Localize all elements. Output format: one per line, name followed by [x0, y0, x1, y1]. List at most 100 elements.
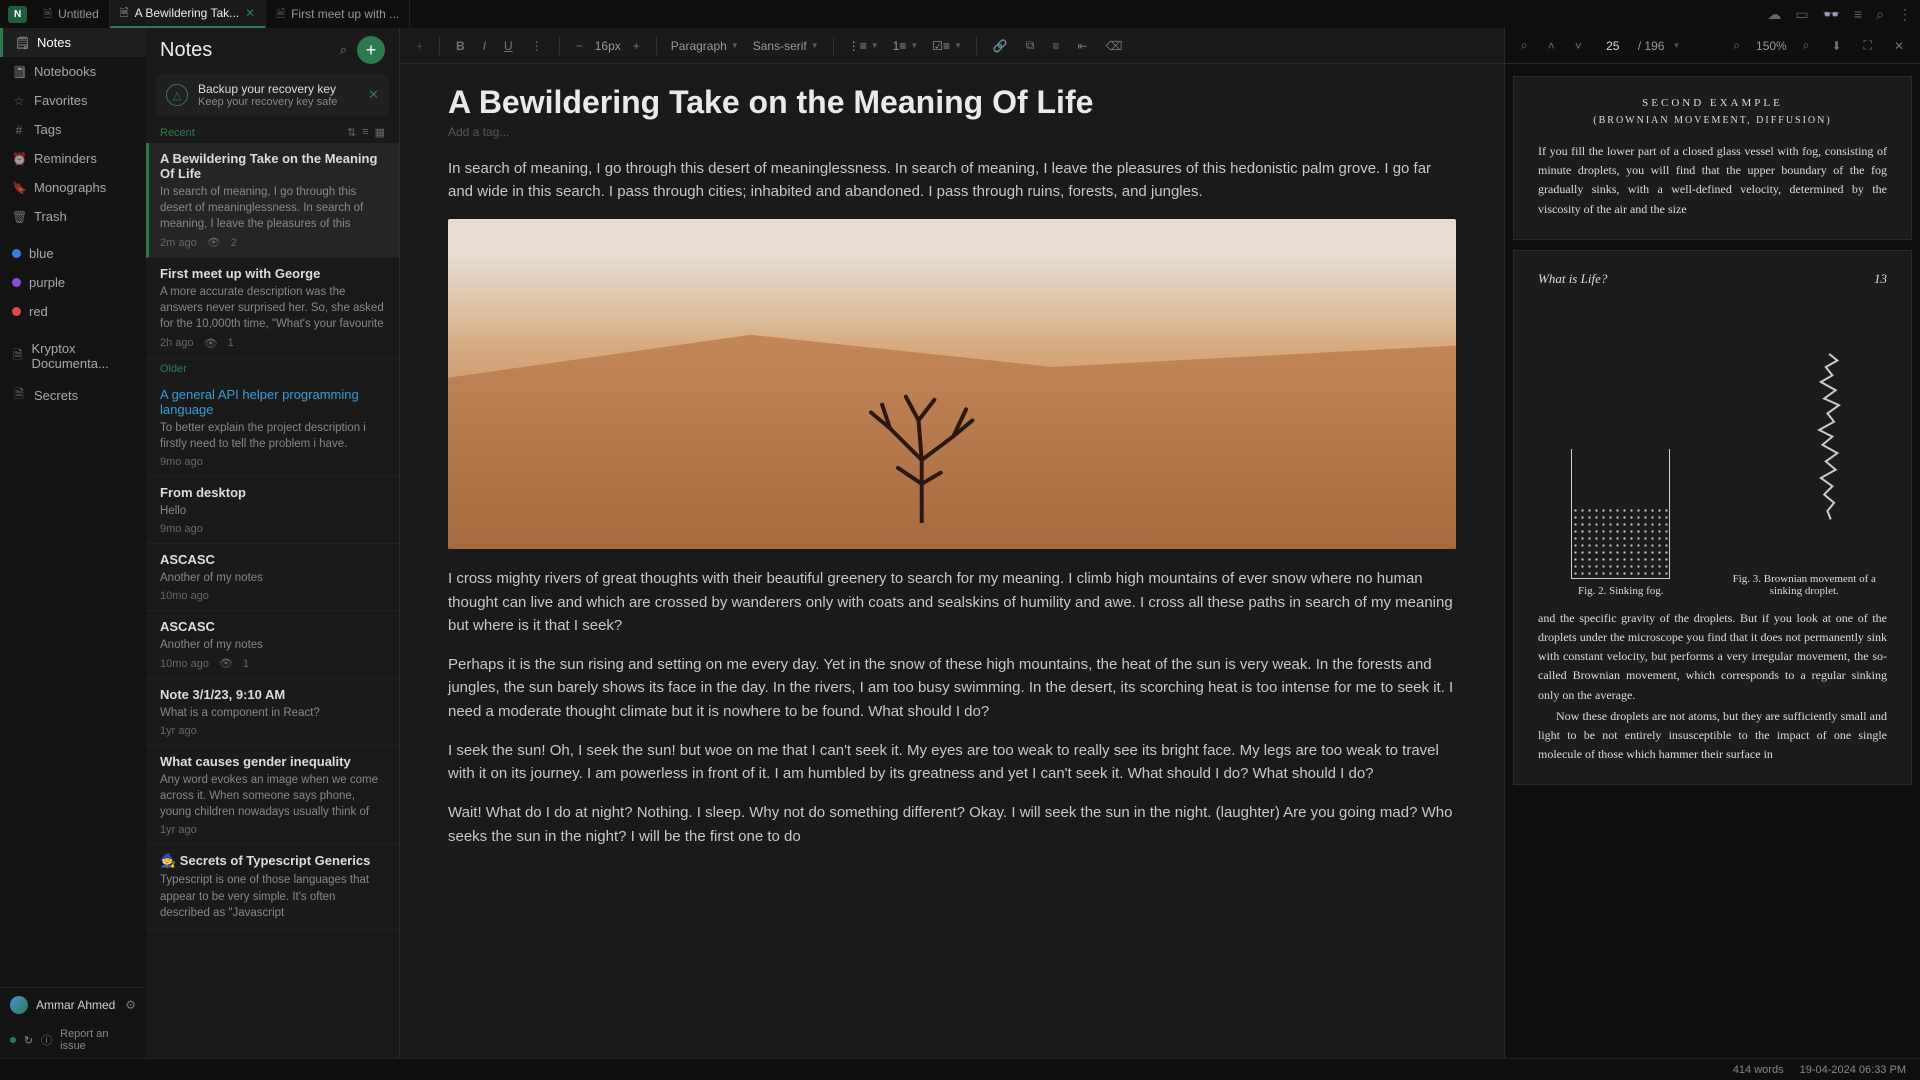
sidebar-item-notes[interactable]: 🗒Notes: [0, 28, 146, 57]
note-paragraph[interactable]: In search of meaning, I go through this …: [448, 157, 1456, 204]
sidebar-item-label: red: [29, 304, 48, 319]
tab-untitled[interactable]: 🗎 Untitled: [33, 0, 110, 28]
chevron-down-icon[interactable]: ▼: [1672, 41, 1680, 50]
eye-icon: 👁: [204, 337, 218, 350]
status-row[interactable]: ↻ ⓘ Report an issue: [0, 1022, 146, 1058]
sidebar-color-blue[interactable]: blue: [0, 239, 146, 268]
book-icon[interactable]: ▭: [1795, 6, 1808, 23]
outdent-button[interactable]: ⇤: [1071, 35, 1093, 57]
image-button[interactable]: ⧉: [1020, 34, 1041, 57]
note-card[interactable]: A general API helper programming languag…: [146, 379, 399, 477]
italic-button[interactable]: I: [477, 35, 492, 57]
pdf-body-text: and the specific gravity of the droplets…: [1538, 609, 1887, 705]
backup-banner[interactable]: △ Backup your recovery key Keep your rec…: [156, 74, 389, 116]
bold-button[interactable]: B: [450, 35, 471, 57]
list-view-icon[interactable]: ≡: [362, 126, 368, 139]
sidebar-item-monographs[interactable]: 🔖Monographs: [0, 173, 146, 202]
figure-caption: Fig. 3. Brownian movement of a sinking d…: [1722, 573, 1888, 597]
link-button[interactable]: 🔗: [987, 35, 1014, 57]
glasses-icon[interactable]: 👓: [1823, 6, 1840, 23]
gear-icon[interactable]: ⚙: [125, 998, 136, 1012]
user-row[interactable]: Ammar Ahmed ⚙: [0, 988, 146, 1022]
note-heading[interactable]: A Bewildering Take on the Meaning Of Lif…: [448, 84, 1456, 121]
note-card[interactable]: Note 3/1/23, 9:10 AM What is a component…: [146, 679, 399, 746]
list-icon[interactable]: ≡: [1854, 6, 1862, 23]
avatar: [10, 996, 28, 1014]
note-card[interactable]: First meet up with George A more accurat…: [146, 258, 399, 358]
file-icon: 🗎: [276, 5, 285, 24]
fullscreen-icon[interactable]: ⛶: [1858, 34, 1878, 57]
statusbar: 414 words 19-04-2024 06:33 PM: [0, 1058, 1920, 1080]
doc-icon: 🗎: [12, 346, 23, 367]
note-image[interactable]: [448, 219, 1456, 549]
tab-bewildering[interactable]: 🗎 A Bewildering Tak... ✕: [110, 0, 266, 28]
note-time: 1yr ago: [160, 725, 197, 737]
pdf-next-button[interactable]: ˅: [1569, 35, 1588, 57]
grid-view-icon[interactable]: ▦: [375, 126, 385, 139]
note-card[interactable]: ASCASC Another of my notes 10mo ago: [146, 544, 399, 611]
word-count[interactable]: 414 words: [1733, 1064, 1784, 1076]
more-format-button[interactable]: ⋮: [525, 35, 549, 57]
tab-label: A Bewildering Tak...: [135, 6, 240, 20]
note-card[interactable]: A Bewildering Take on the Meaning Of Lif…: [146, 143, 399, 258]
note-paragraph[interactable]: Perhaps it is the sun rising and setting…: [448, 653, 1456, 723]
pdf-page-input[interactable]: [1596, 39, 1630, 53]
note-paragraph[interactable]: I seek the sun! Oh, I seek the sun! but …: [448, 739, 1456, 786]
sidebar-item-favorites[interactable]: ☆Favorites: [0, 86, 146, 115]
pdf-viewer[interactable]: SECOND EXAMPLE (BROWNIAN MOVEMENT, DIFFU…: [1505, 64, 1920, 1058]
sidebar-item-secrets[interactable]: 🗎Secrets: [0, 378, 146, 413]
search-icon[interactable]: ⌕: [340, 42, 347, 58]
font-select[interactable]: Sans-serif▼: [749, 39, 823, 53]
align-button[interactable]: ≡: [1046, 35, 1065, 57]
search-icon[interactable]: ⌕: [1876, 6, 1884, 23]
note-time: 2m ago: [160, 237, 197, 249]
sort-icon[interactable]: ⇅: [347, 126, 356, 139]
close-icon[interactable]: ✕: [1888, 35, 1910, 57]
info-icon: ⓘ: [41, 1032, 52, 1048]
sidebar-item-tags[interactable]: #Tags: [0, 115, 146, 144]
more-icon[interactable]: ⋮: [1898, 6, 1912, 23]
download-icon[interactable]: ⬇: [1825, 35, 1847, 57]
insert-button[interactable]: +: [410, 35, 429, 57]
font-increase-button[interactable]: +: [627, 35, 646, 57]
editor-body[interactable]: A Bewildering Take on the Meaning Of Lif…: [400, 64, 1504, 1058]
app-logo[interactable]: N: [8, 6, 27, 23]
clear-format-button[interactable]: ⌫: [1100, 35, 1129, 57]
tag-input[interactable]: Add a tag...: [448, 125, 1456, 139]
sidebar-item-kryptox[interactable]: 🗎Kryptox Documenta...: [0, 334, 146, 378]
note-paragraph[interactable]: I cross mighty rivers of great thoughts …: [448, 567, 1456, 637]
zoom-out-icon[interactable]: ⌕: [1727, 34, 1746, 57]
note-title: 🧙 Secrets of Typescript Generics: [160, 853, 385, 869]
note-card[interactable]: ASCASC Another of my notes 10mo ago👁1: [146, 611, 399, 679]
sidebar-color-purple[interactable]: purple: [0, 268, 146, 297]
font-decrease-button[interactable]: −: [570, 35, 589, 57]
cloud-upload-icon[interactable]: ☁: [1767, 6, 1781, 23]
zoom-in-icon[interactable]: ⌕: [1797, 34, 1816, 57]
block-select[interactable]: Paragraph▼: [667, 39, 743, 53]
pdf-search-icon[interactable]: ⌕: [1515, 34, 1534, 57]
sidebar-color-red[interactable]: red: [0, 297, 146, 326]
sidebar-item-trash[interactable]: 🗑Trash: [0, 202, 146, 231]
underline-button[interactable]: U: [498, 35, 519, 57]
sidebar-item-reminders[interactable]: ⏰Reminders: [0, 144, 146, 173]
note-preview: What is a component in React?: [160, 705, 385, 721]
note-paragraph[interactable]: Wait! What do I do at night? Nothing. I …: [448, 801, 1456, 848]
pdf-prev-button[interactable]: ˄: [1542, 35, 1561, 57]
sidebar-item-label: Favorites: [34, 93, 87, 108]
note-title: Note 3/1/23, 9:10 AM: [160, 687, 385, 702]
trash-icon: 🗑: [12, 210, 26, 224]
ol-button[interactable]: 1≡▼: [889, 39, 923, 53]
add-note-button[interactable]: +: [357, 36, 385, 64]
note-card[interactable]: From desktop Hello 9mo ago: [146, 477, 399, 544]
sidebar-item-notebooks[interactable]: 📓Notebooks: [0, 57, 146, 86]
checklist-button[interactable]: ☑≡▼: [928, 39, 966, 53]
pdf-page-total: / 196: [1638, 39, 1665, 53]
note-card[interactable]: 🧙 Secrets of Typescript Generics Typescr…: [146, 845, 399, 929]
tab-firstmeet[interactable]: 🗎 First meet up with ...: [266, 0, 410, 28]
note-card[interactable]: What causes gender inequality Any word e…: [146, 746, 399, 845]
close-icon[interactable]: ✕: [245, 6, 255, 20]
ul-button[interactable]: ⋮≡▼: [844, 39, 883, 53]
hash-icon: #: [12, 123, 26, 137]
close-icon[interactable]: ✕: [368, 87, 379, 103]
font-size-value: 16px: [595, 39, 621, 53]
